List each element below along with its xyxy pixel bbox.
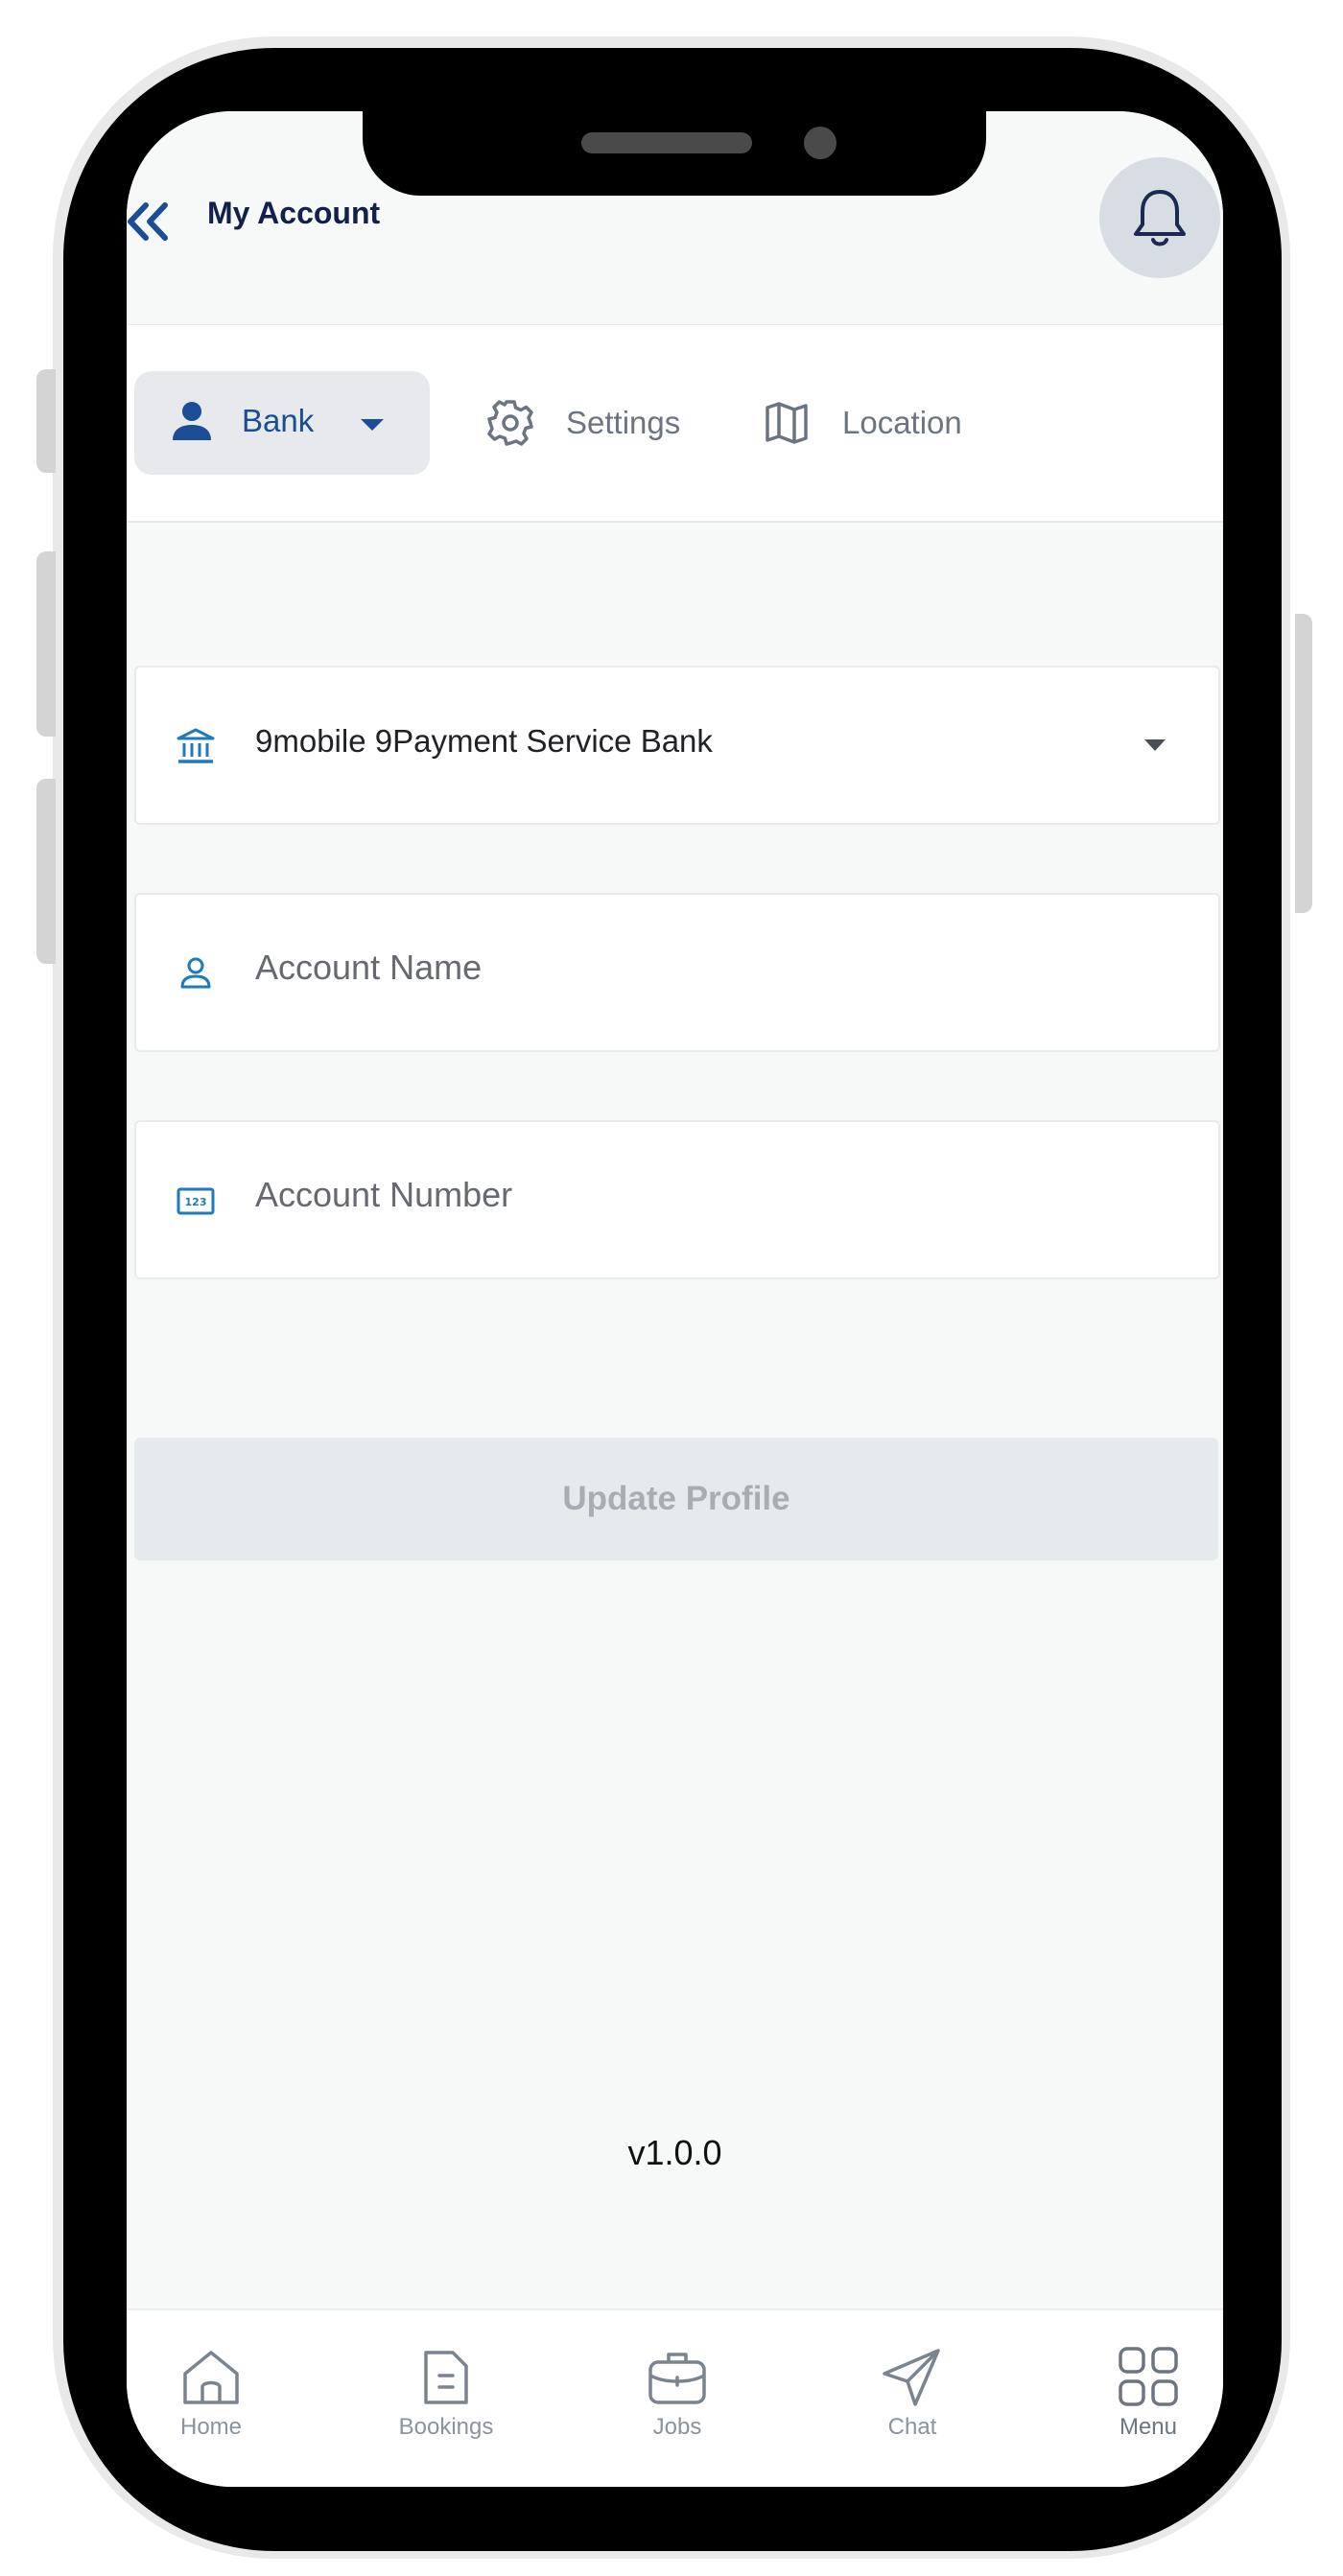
- account-number-input[interactable]: 123 Account Number: [134, 1120, 1220, 1279]
- nav-bookings[interactable]: Bookings: [379, 2347, 513, 2441]
- phone-side-button: [36, 369, 56, 473]
- document-icon: [424, 2351, 468, 2404]
- home-icon: [183, 2351, 239, 2404]
- phone-camera: [804, 127, 836, 159]
- update-profile-button[interactable]: Update Profile: [134, 1438, 1218, 1560]
- caret-down-icon: [1144, 739, 1166, 751]
- svg-text:123: 123: [185, 1196, 207, 1208]
- phone-side-button: [36, 779, 56, 964]
- map-icon: [766, 402, 808, 444]
- caret-down-icon: [361, 419, 384, 431]
- briefcase-icon: [648, 2353, 706, 2404]
- nav-bookings-label: Bookings: [398, 2414, 494, 2440]
- phone-speaker: [581, 132, 752, 153]
- bottom-nav: Home Bookings Jobs Chat Menu: [127, 2308, 1223, 2487]
- account-tabs: Bank Settings Location: [127, 325, 1223, 523]
- nav-home-label: Home: [179, 2414, 243, 2440]
- bell-icon: [1134, 190, 1186, 246]
- phone-side-button: [36, 551, 56, 737]
- app-version: v1.0.0: [627, 2133, 722, 2172]
- tab-settings-label: Settings: [566, 405, 681, 440]
- phone-side-button: [1295, 614, 1312, 913]
- nav-chat-label: Chat: [887, 2414, 937, 2440]
- nav-home[interactable]: Home: [144, 2347, 278, 2441]
- account-name-input[interactable]: Account Name: [134, 893, 1220, 1052]
- person-icon: [173, 402, 211, 440]
- nav-jobs-label: Jobs: [652, 2414, 702, 2440]
- phone-notch: [363, 111, 986, 196]
- double-chevron-left-icon[interactable]: [127, 199, 173, 244]
- tab-location[interactable]: Location: [764, 392, 962, 454]
- nav-menu-label: Menu: [1119, 2414, 1178, 2440]
- tab-bank[interactable]: Bank: [134, 371, 430, 475]
- bank-select-value: 9mobile 9Payment Service Bank: [255, 723, 713, 759]
- page-title: My Account: [207, 196, 381, 230]
- bank-select[interactable]: 9mobile 9Payment Service Bank: [134, 666, 1220, 825]
- nav-menu[interactable]: Menu: [1081, 2347, 1215, 2441]
- numbers-icon: 123: [177, 1187, 215, 1215]
- bank-icon: [177, 728, 215, 763]
- screen: My Account Bank Settings Location 9mobil…: [127, 111, 1223, 2487]
- gear-icon: [487, 400, 533, 446]
- grid-icon: [1119, 2347, 1178, 2406]
- account-number-placeholder: Account Number: [255, 1175, 513, 1214]
- nav-jobs[interactable]: Jobs: [610, 2347, 744, 2441]
- person-outline-icon: [180, 957, 211, 989]
- tab-location-label: Location: [842, 405, 962, 440]
- tab-bank-label: Bank: [242, 403, 315, 438]
- send-icon: [883, 2349, 940, 2406]
- account-name-placeholder: Account Name: [255, 948, 483, 987]
- tab-settings[interactable]: Settings: [485, 392, 680, 454]
- nav-chat[interactable]: Chat: [845, 2347, 979, 2441]
- notifications-button[interactable]: [1099, 157, 1220, 278]
